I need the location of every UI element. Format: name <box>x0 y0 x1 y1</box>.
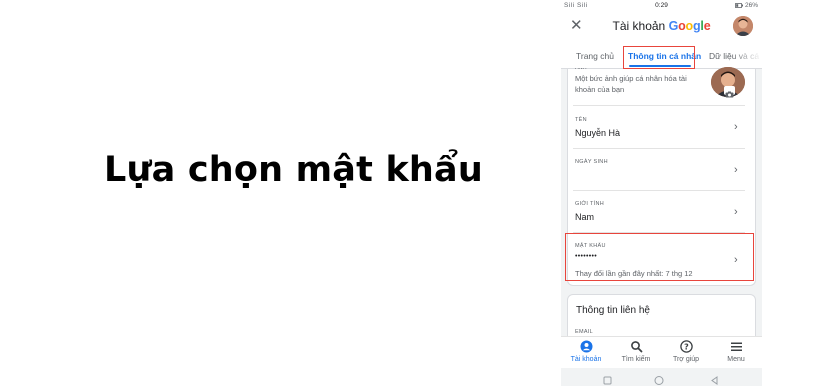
divider <box>573 148 745 149</box>
photo-label: ẢNH <box>575 68 587 71</box>
photo-description[interactable]: Một bức ảnh giúp cá nhân hóa tài khoản c… <box>575 73 700 95</box>
chevron-right-icon[interactable]: › <box>734 164 738 176</box>
battery-percent: 26% <box>744 2 758 9</box>
gender-value[interactable]: Nam <box>575 212 594 222</box>
tab-fade <box>731 43 762 68</box>
email-label: EMAIL <box>575 329 594 335</box>
nav-search[interactable]: Tìm kiếm <box>611 340 661 363</box>
nav-help[interactable]: ? Trợ giúp <box>661 340 711 363</box>
search-icon <box>611 340 661 355</box>
gender-label: GIỚI TÍNH <box>575 201 605 207</box>
name-value[interactable]: Nguyễn Hà <box>575 128 620 138</box>
chevron-right-icon[interactable]: › <box>734 206 738 218</box>
menu-icon <box>711 340 761 355</box>
battery-icon <box>735 3 744 8</box>
system-nav-icons <box>603 376 718 385</box>
status-right: 26% <box>735 2 758 9</box>
contact-info-title: Thông tin liên hệ <box>576 305 650 316</box>
status-time: 0:29 <box>655 2 668 9</box>
tab-home[interactable]: Trang chủ <box>576 51 614 61</box>
app-bar: ✕ Tài khoản Google <box>561 11 762 43</box>
highlight-box-tab <box>623 46 695 69</box>
birthday-label: NGÀY SINH <box>575 159 608 165</box>
status-bar: Sili Sili 0:29 26% <box>561 0 762 11</box>
highlight-box-password <box>565 233 754 281</box>
system-navigation-bar <box>561 368 762 386</box>
slide-caption: Lựa chọn mật khẩu <box>104 150 483 190</box>
help-icon: ? <box>661 340 711 355</box>
camera-icon[interactable] <box>724 86 735 98</box>
person-photo-icon <box>733 16 753 36</box>
app-title: Tài khoản Google <box>561 19 762 33</box>
nav-menu-label: Menu <box>727 356 745 363</box>
divider <box>573 105 745 106</box>
bottom-navigation: Tài khoản Tìm kiếm ? Trợ giúp Menu <box>561 336 762 368</box>
nav-help-label: Trợ giúp <box>672 356 700 363</box>
divider <box>573 190 745 191</box>
chevron-right-icon[interactable]: › <box>734 121 738 133</box>
nav-search-label: Tìm kiếm <box>621 356 651 363</box>
nav-account-label: Tài khoản <box>570 356 602 363</box>
nav-menu[interactable]: Menu <box>711 340 761 363</box>
account-avatar[interactable] <box>733 16 753 36</box>
google-logo: Google <box>668 19 711 33</box>
title-prefix: Tài khoản <box>612 19 666 33</box>
nav-account[interactable]: Tài khoản <box>561 340 611 363</box>
svg-text:?: ? <box>684 342 689 351</box>
account-circle-icon <box>561 340 611 355</box>
name-label: TÊN <box>575 117 587 123</box>
phone-screenshot: Sili Sili 0:29 26% ✕ Tài khoản Google Tr… <box>561 0 762 386</box>
